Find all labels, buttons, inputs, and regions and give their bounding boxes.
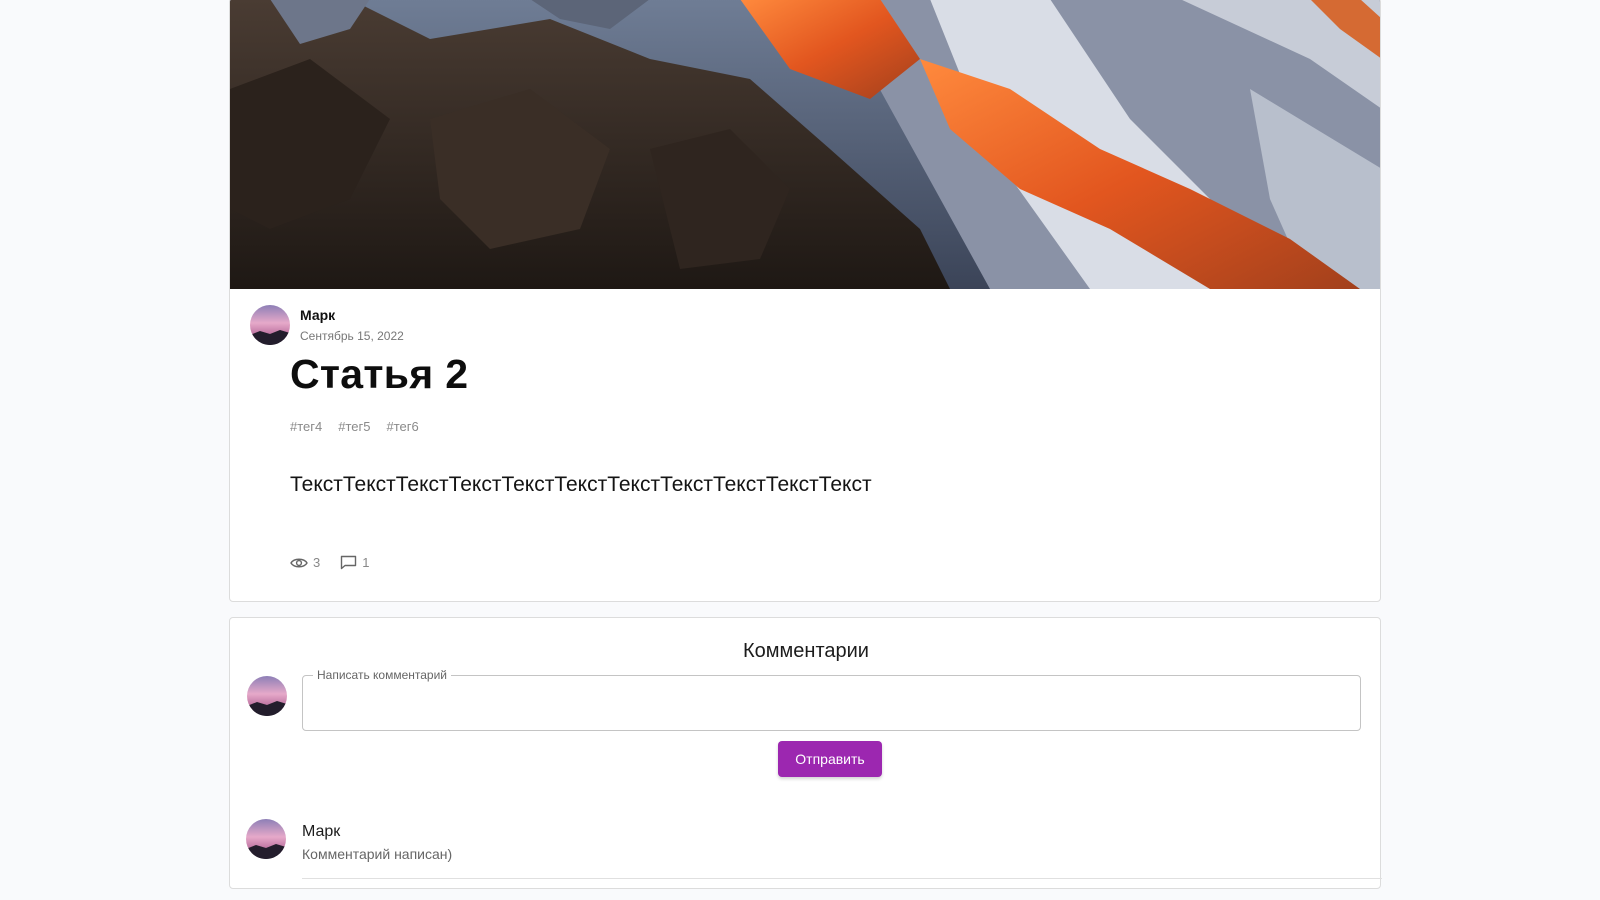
post-body: ТекстТекстТекстТекстТекстТекстТекстТекст…: [290, 473, 872, 496]
avatar-image-icon: [246, 819, 286, 859]
tag-list: #тег4 #тег5 #тег6: [290, 419, 419, 434]
comment-input-label: Написать комментарий: [313, 668, 452, 682]
comments-card: Комментарии Написать комментарий Отправи…: [229, 617, 1382, 889]
post-title: Статья 2: [290, 351, 469, 397]
comment-bubble-icon: [341, 555, 357, 570]
comments-stat: 1: [340, 555, 369, 570]
views-count: 3: [313, 555, 321, 570]
avatar-image-icon: [250, 305, 290, 345]
comment-author-avatar[interactable]: [246, 819, 286, 859]
post-date: Сентябрь 15, 2022: [300, 329, 404, 343]
tag-link[interactable]: #тег6: [387, 419, 419, 434]
author-avatar[interactable]: [250, 305, 290, 345]
tag-link[interactable]: #тег5: [338, 419, 370, 434]
author-name[interactable]: Марк: [300, 307, 335, 323]
comment-input-field: Написать комментарий: [302, 668, 1361, 731]
comments-heading: Комментарии: [743, 640, 869, 662]
submit-comment-button[interactable]: Отправить: [778, 741, 882, 777]
comment-divider: [302, 878, 1382, 879]
comment-input[interactable]: [315, 690, 1345, 716]
comments-count: 1: [362, 555, 370, 570]
eye-icon: [290, 558, 308, 567]
hero-image: [230, 0, 1380, 289]
comment-text: Комментарий написан): [302, 846, 453, 862]
avatar-image-icon: [247, 676, 287, 716]
comment-author-name[interactable]: Марк: [302, 823, 340, 841]
views-stat: 3: [290, 555, 320, 570]
page: Марк Сентябрь 15, 2022 Статья 2 #тег4 #т…: [0, 0, 1600, 900]
post-stats: 3 1: [290, 555, 369, 570]
current-user-avatar: [247, 676, 287, 716]
mountain-photo-icon: [230, 0, 1380, 289]
article-card: Марк Сентябрь 15, 2022 Статья 2 #тег4 #т…: [229, 0, 1381, 602]
tag-link[interactable]: #тег4: [290, 419, 322, 434]
